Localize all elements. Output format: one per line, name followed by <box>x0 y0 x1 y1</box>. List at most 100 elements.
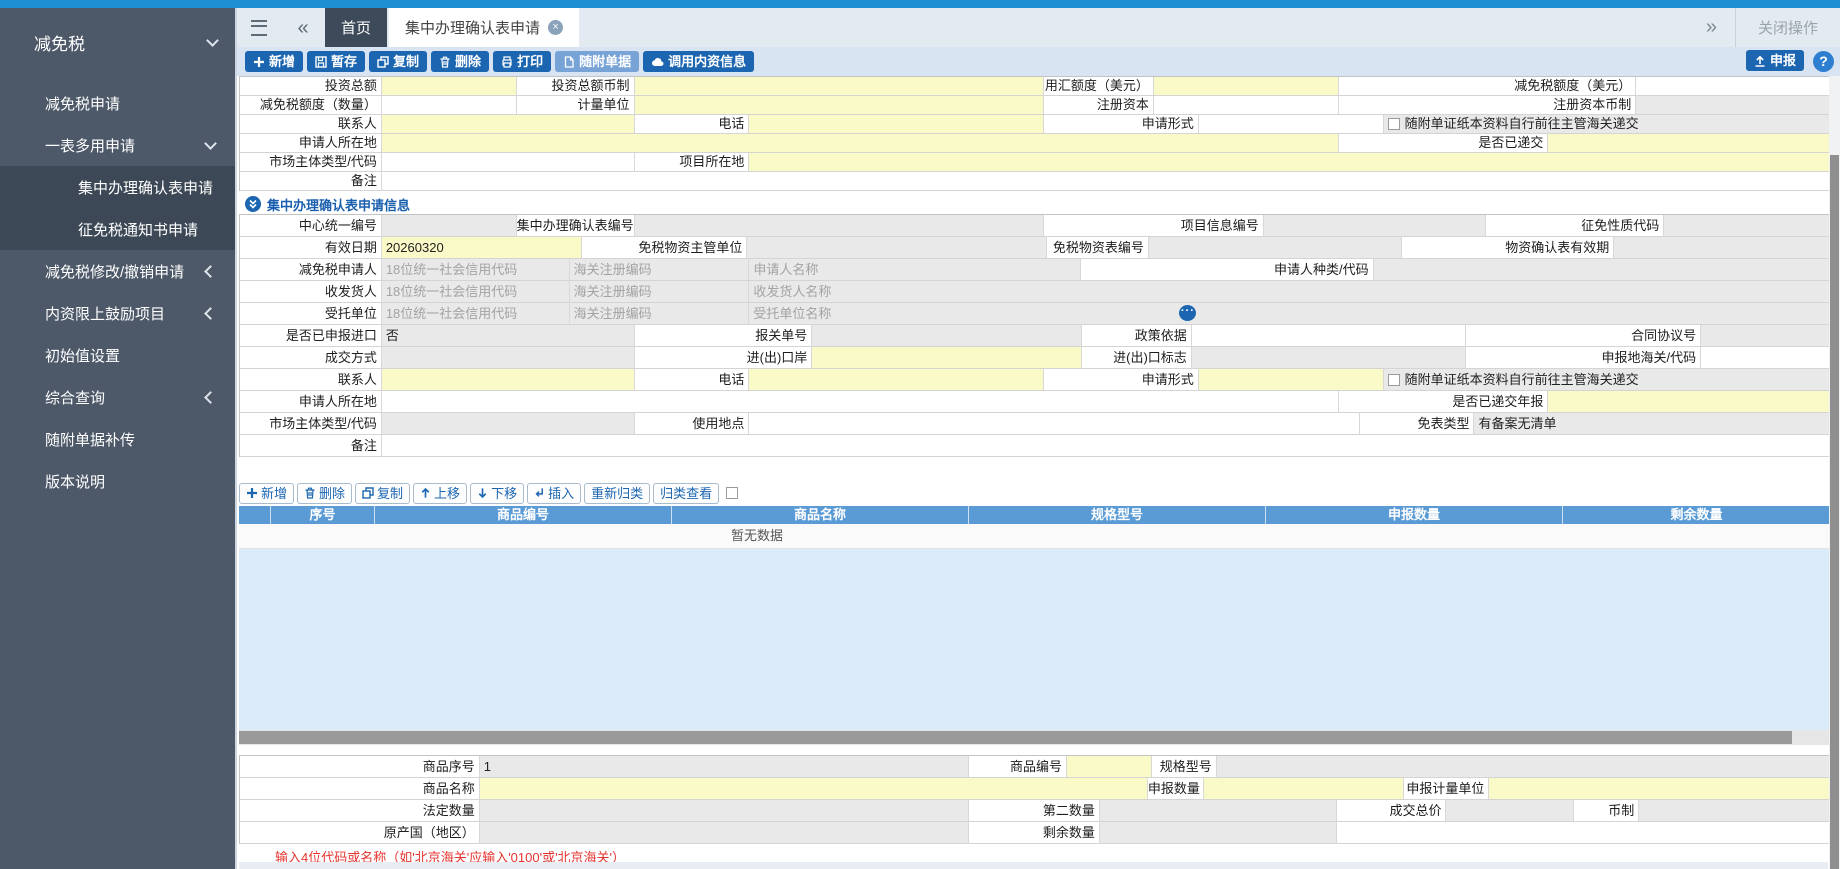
call-domestic-info-button[interactable]: 调用内资信息 <box>643 51 754 72</box>
section2-header[interactable]: 集中办理确认表申请信息 <box>239 194 1830 214</box>
grid-select-all-checkbox[interactable] <box>726 487 738 499</box>
input-field[interactable] <box>1154 77 1339 95</box>
input-field[interactable] <box>1639 800 1829 821</box>
close-operations-button[interactable]: 关闭操作 <box>1735 8 1840 47</box>
help-button[interactable]: ? <box>1813 51 1834 72</box>
grid-add-button[interactable]: 新增 <box>239 483 294 504</box>
input-field[interactable] <box>749 115 1044 133</box>
input-field[interactable] <box>382 77 517 95</box>
sidebar-item-active[interactable]: 集中办理确认表申请 <box>0 166 235 208</box>
collapse-tabs-button[interactable]: « <box>281 8 325 47</box>
input-field[interactable] <box>480 800 969 821</box>
input-field[interactable] <box>382 435 1829 456</box>
input-field[interactable] <box>1664 215 1829 236</box>
input-field[interactable] <box>1100 822 1337 843</box>
horizontal-scrollbar[interactable] <box>239 730 1830 745</box>
input-field[interactable] <box>749 369 1044 390</box>
input-field[interactable] <box>1636 96 1829 114</box>
input-field[interactable]: 海关注册编码 <box>570 281 750 302</box>
sidebar-item[interactable]: 征免税通知书申请 <box>0 208 235 250</box>
input-field[interactable] <box>382 134 1339 152</box>
input-field[interactable] <box>1489 778 1829 799</box>
input-field[interactable] <box>1217 756 1829 777</box>
sidebar-item[interactable]: 综合查询 <box>0 376 235 418</box>
input-field[interactable]: 海关注册编码 <box>570 259 750 280</box>
menu-toggle-button[interactable] <box>237 8 281 47</box>
input-field[interactable] <box>382 153 635 171</box>
vertical-scrollbar[interactable] <box>1829 76 1840 869</box>
input-field[interactable]: 1 <box>480 756 969 777</box>
input-field[interactable]: 有备案无清单 <box>1474 413 1829 434</box>
checkbox-field[interactable]: 随附单证纸本资料自行前往主管海关递交 <box>1384 115 1829 133</box>
input-field[interactable]: 18位统一社会信用代码 <box>382 303 570 324</box>
input-field[interactable] <box>635 96 1044 114</box>
input-field[interactable] <box>812 347 1082 368</box>
input-field[interactable] <box>1374 259 1829 280</box>
input-field[interactable] <box>749 413 1359 434</box>
input-field[interactable] <box>1614 237 1829 258</box>
sidebar-item[interactable]: 减免税申请 <box>0 82 235 124</box>
input-field[interactable] <box>635 215 1044 236</box>
grid-delete-button[interactable]: 删除 <box>297 483 352 504</box>
input-field[interactable] <box>1192 325 1467 346</box>
print-button[interactable]: 打印 <box>493 51 551 72</box>
sidebar-item[interactable]: 初始值设置 <box>0 334 235 376</box>
sidebar-item[interactable]: 版本说明 <box>0 460 235 502</box>
grid-copy-button[interactable]: 复制 <box>355 483 410 504</box>
input-field[interactable] <box>1446 800 1574 821</box>
ellipsis-button[interactable]: ··· <box>1179 305 1196 321</box>
horizontal-scrollbar-thumb[interactable] <box>239 731 1792 744</box>
grid-reclassify-button[interactable]: 重新归类 <box>584 483 650 504</box>
input-field[interactable] <box>382 96 517 114</box>
input-field[interactable] <box>480 778 1148 799</box>
input-field[interactable] <box>812 325 1082 346</box>
delete-button[interactable]: 删除 <box>431 51 489 72</box>
input-field[interactable]: 收发货人名称 <box>749 281 1829 302</box>
checkbox-icon[interactable] <box>1388 374 1400 386</box>
input-field[interactable] <box>382 391 1339 412</box>
input-field[interactable] <box>1701 325 1829 346</box>
input-field[interactable] <box>1548 134 1829 152</box>
input-field[interactable]: 20260320 <box>382 237 582 258</box>
input-field[interactable] <box>1548 391 1829 412</box>
input-field[interactable] <box>382 413 635 434</box>
input-field[interactable] <box>635 77 1044 95</box>
input-field[interactable]: 受托单位名称··· <box>749 303 1829 324</box>
grid-insert-button[interactable]: 插入 <box>527 483 581 504</box>
input-field[interactable]: 18位统一社会信用代码 <box>382 281 570 302</box>
input-field[interactable] <box>382 115 635 133</box>
sidebar-item[interactable]: 随附单据补传 <box>0 418 235 460</box>
tab-document[interactable]: 集中办理确认表申请× <box>389 8 579 47</box>
input-field[interactable] <box>1192 347 1467 368</box>
checkbox-field[interactable]: 随附单证纸本资料自行前往主管海关递交 <box>1384 369 1829 390</box>
input-field[interactable] <box>382 172 1829 190</box>
sidebar-item[interactable]: 一表多用申请 <box>0 124 235 166</box>
grid-classify-view-button[interactable]: 归类查看 <box>653 483 719 504</box>
tab-home[interactable]: 首页 <box>325 8 387 47</box>
input-field[interactable] <box>1701 347 1829 368</box>
input-field[interactable]: 海关注册编码 <box>570 303 750 324</box>
attached-documents-button[interactable]: 随附单据 <box>555 51 639 72</box>
copy-button[interactable]: 复制 <box>369 51 427 72</box>
sidebar-item[interactable]: 内资限上鼓励项目 <box>0 292 235 334</box>
grid-move-up-button[interactable]: 上移 <box>413 483 467 504</box>
input-field[interactable] <box>1636 77 1829 95</box>
forward-tabs-button[interactable]: » <box>1688 16 1735 39</box>
input-field[interactable] <box>1154 96 1339 114</box>
tab-close-icon[interactable]: × <box>548 20 563 35</box>
input-field[interactable] <box>1199 115 1384 133</box>
vertical-scrollbar-thumb[interactable] <box>1830 155 1839 869</box>
sidebar-title[interactable]: 减免税 <box>0 8 235 68</box>
input-field[interactable] <box>1199 369 1384 390</box>
input-field[interactable] <box>382 347 635 368</box>
draft-save-button[interactable]: 暂存 <box>307 51 365 72</box>
input-field[interactable] <box>382 369 635 390</box>
input-field[interactable] <box>382 215 517 236</box>
input-field[interactable] <box>749 153 1829 171</box>
input-field[interactable]: 否 <box>382 325 635 346</box>
input-field[interactable] <box>1067 756 1152 777</box>
sidebar-item[interactable]: 减免税修改/撤销申请 <box>0 250 235 292</box>
input-field[interactable] <box>1149 237 1402 258</box>
declare-button[interactable]: 申报 <box>1746 50 1804 71</box>
input-field[interactable]: 18位统一社会信用代码 <box>382 259 570 280</box>
